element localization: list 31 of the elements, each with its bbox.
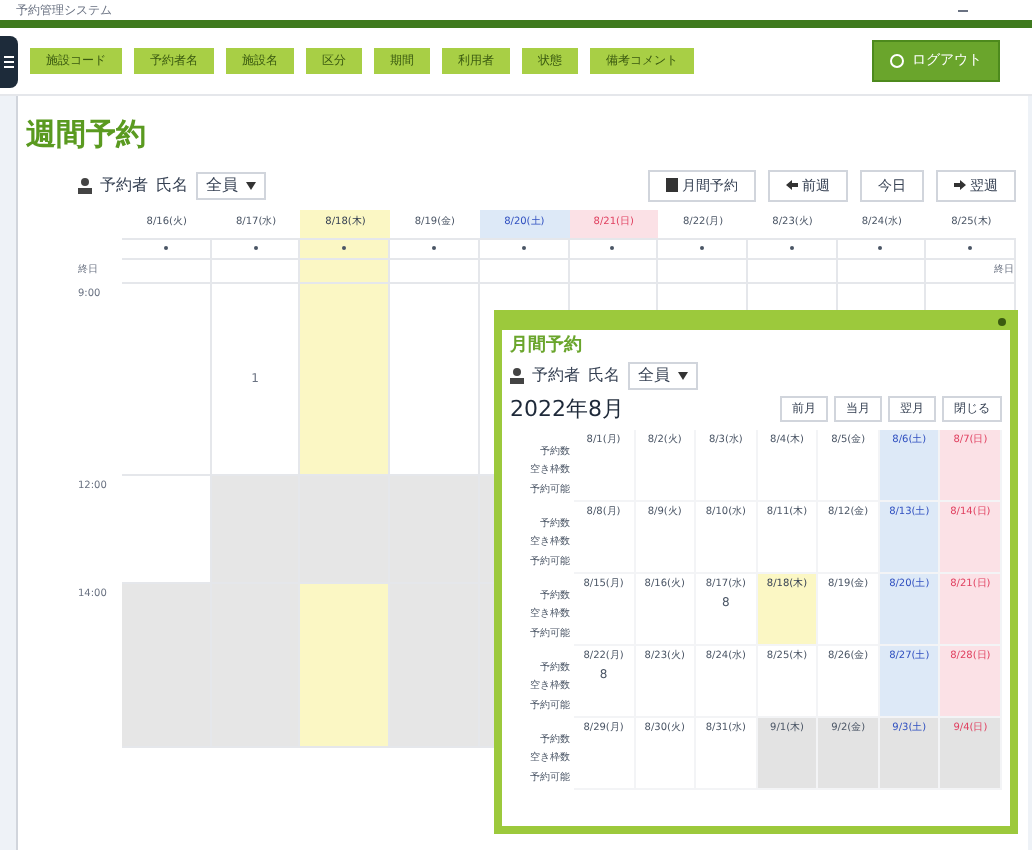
filter-label: 予約者 bbox=[100, 173, 148, 198]
marker-icon bbox=[431, 246, 436, 250]
filter-value: 氏名 bbox=[156, 173, 188, 198]
marker-icon bbox=[610, 246, 615, 250]
month-heading: 2022年8月 bbox=[510, 393, 624, 425]
caret-icon bbox=[678, 371, 688, 379]
close-icon[interactable] bbox=[998, 318, 1006, 326]
filter-value: 氏名 bbox=[588, 363, 620, 387]
marker-icon bbox=[163, 246, 168, 250]
person-icon bbox=[78, 177, 92, 194]
marker-icon bbox=[700, 246, 705, 250]
menu-button[interactable] bbox=[0, 35, 18, 87]
page-title: 週間予約 bbox=[26, 114, 148, 156]
left-arrow-icon bbox=[786, 180, 798, 191]
marker-icon bbox=[521, 246, 526, 250]
marker-icon bbox=[253, 246, 258, 250]
caret-icon bbox=[246, 181, 256, 190]
dialog-title: 月間予約 bbox=[510, 336, 582, 356]
marker-icon bbox=[789, 246, 794, 250]
menu-icon bbox=[4, 55, 14, 67]
person-icon bbox=[510, 367, 524, 383]
right-arrow-icon bbox=[954, 180, 966, 191]
marker-icon bbox=[878, 246, 883, 250]
filter-label: 予約者 bbox=[532, 363, 580, 387]
calendar-icon bbox=[666, 178, 678, 193]
logout-icon bbox=[890, 54, 904, 68]
marker-icon bbox=[342, 246, 347, 250]
filter-select[interactable]: 全員 bbox=[628, 361, 698, 389]
marker-icon bbox=[968, 246, 973, 250]
minimize-icon bbox=[958, 9, 968, 11]
filter-select[interactable]: 全員 bbox=[196, 171, 266, 200]
